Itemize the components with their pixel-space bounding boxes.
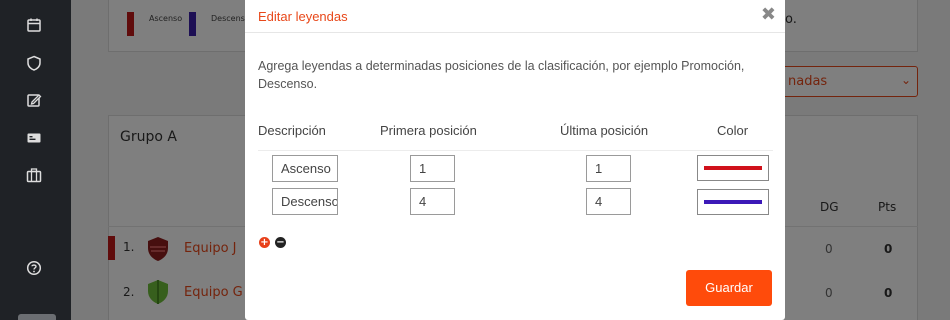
close-icon[interactable]: ✖ (761, 4, 776, 25)
color-picker[interactable] (697, 189, 769, 215)
header-description: Descripción (258, 123, 326, 138)
color-swatch (704, 166, 762, 170)
sidebar-bottom-tab[interactable] (18, 314, 56, 320)
header-divider (258, 150, 773, 151)
shield-icon[interactable] (26, 55, 42, 71)
first-position-input[interactable]: 1 (410, 155, 455, 182)
briefcase-icon[interactable] (26, 167, 42, 183)
help-icon[interactable] (26, 260, 42, 276)
sidebar (0, 0, 71, 320)
remove-row-icon[interactable]: − (275, 237, 286, 248)
last-position-input[interactable]: 1 (586, 155, 631, 182)
first-position-input[interactable]: 4 (410, 188, 455, 215)
description-input[interactable]: Ascenso (272, 155, 338, 182)
edit-legends-modal: Editar leyendas ✖ Agrega leyendas a dete… (245, 0, 785, 320)
modal-title: Editar leyendas (258, 9, 348, 24)
description-input[interactable]: Descenso (272, 188, 338, 215)
calendar-icon[interactable] (26, 17, 42, 33)
edit-icon[interactable] (26, 92, 42, 108)
card-icon[interactable] (26, 130, 42, 146)
add-row-icon[interactable]: + (259, 237, 270, 248)
modal-header: Editar leyendas ✖ (245, 0, 785, 33)
modal-intro: Agrega leyendas a determinadas posicione… (258, 59, 745, 91)
header-first-position: Primera posición (380, 123, 477, 138)
last-position-input[interactable]: 4 (586, 188, 631, 215)
save-button[interactable]: Guardar (686, 270, 772, 306)
header-color: Color (717, 123, 749, 138)
color-picker[interactable] (697, 155, 769, 181)
color-swatch (704, 200, 762, 204)
header-last-position: Última posición (560, 123, 649, 138)
